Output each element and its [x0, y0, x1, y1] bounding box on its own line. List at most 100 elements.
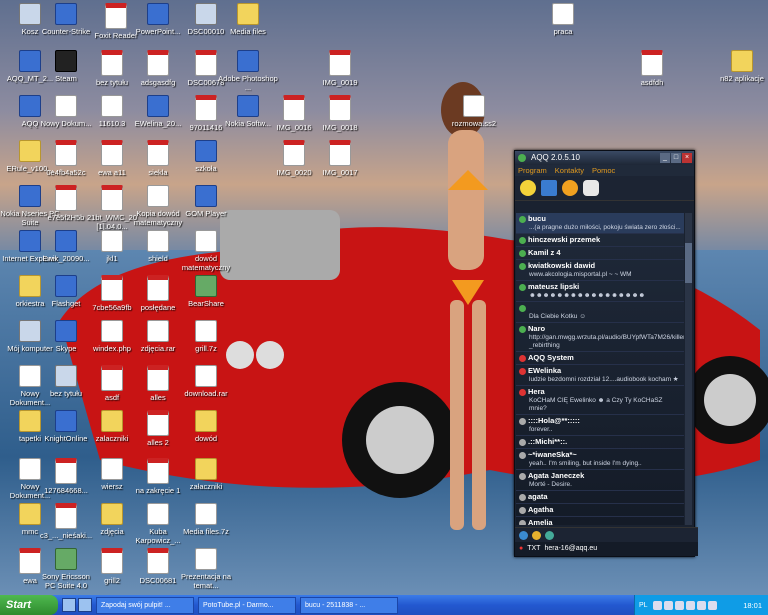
taskbar-item-zapodaj[interactable]: Zapodaj swój pulpit! ...	[96, 596, 194, 614]
contact-item[interactable]: Amelia	[516, 517, 684, 525]
desktop-icon[interactable]: Prezentacja na temat...	[176, 548, 236, 590]
aqq-window[interactable]: AQQ 2.0.5.10 _ □ × Program Kontakty Pomo…	[514, 150, 698, 557]
contact-name-row: Kamil z 4	[519, 248, 681, 258]
desktop-icon[interactable]: BearShare	[176, 275, 236, 308]
scrollbar-thumb[interactable]	[685, 243, 692, 283]
contact-item[interactable]: EWelinka ludzie bezdomni rozdział 12....a…	[516, 365, 684, 386]
quick-launch-desktop-icon[interactable]	[62, 598, 76, 612]
taskbar-item-pototube[interactable]: PotoTube.pl - Darmo...	[198, 596, 296, 614]
contact-item[interactable]: Kamil z 4	[516, 247, 684, 260]
file-icon	[55, 3, 77, 25]
contact-name-row: EWelinka	[519, 366, 681, 376]
tray-icon-2[interactable]	[663, 600, 673, 610]
status-indicator-icon[interactable]: ●	[519, 542, 523, 556]
tray-icon-4[interactable]	[685, 600, 695, 610]
desktop-icon[interactable]: Adobe Photoshop ...	[218, 50, 278, 92]
settings-icon[interactable]	[532, 530, 541, 540]
contact-item[interactable]: Agata Janeczek Morté - Desire.	[516, 470, 684, 491]
contact-item[interactable]: .::Michi**::.	[516, 436, 684, 449]
contact-item[interactable]: agata	[516, 491, 684, 504]
tray-icon-1[interactable]	[652, 600, 662, 610]
file-icon	[147, 320, 169, 342]
desktop-icon[interactable]: IMG_0019	[310, 50, 370, 87]
presence-icon	[519, 325, 526, 333]
desktop-icon[interactable]: IMG_0017	[310, 140, 370, 177]
menu-pomoc[interactable]: Pomoc	[592, 165, 615, 176]
desktop-icon[interactable]: download.rar	[176, 365, 236, 398]
desktop-icon[interactable]: asdfdh	[622, 50, 682, 87]
add-contact-icon[interactable]	[545, 530, 554, 540]
desktop-icon-label: dowód	[194, 434, 218, 443]
close-button[interactable]: ×	[682, 153, 692, 163]
file-icon	[55, 320, 77, 342]
desktop-icon-label: praca	[553, 27, 573, 36]
file-icon	[55, 503, 77, 529]
contact-list[interactable]: bucu ...(a pragne dużo miłości, pokoju św…	[516, 213, 684, 525]
contact-name-row: mateusz lipski	[519, 282, 681, 292]
desktop-icon[interactable]: Media files	[218, 3, 278, 36]
file-icon	[195, 140, 217, 162]
file-icon	[329, 140, 351, 166]
tray-icon-6[interactable]	[707, 600, 717, 610]
desktop-icon-label: załaczniki	[189, 482, 223, 491]
contact-item[interactable]: mateusz lipski ☻☻☻☻☻☻☻☻☻☻☻☻☻☻☻☻☻	[516, 281, 684, 302]
start-button[interactable]: Start	[0, 595, 58, 615]
taskbar-item-bucu[interactable]: bucu - 2511838 - ...	[300, 596, 398, 614]
contact-item[interactable]: Agatha	[516, 504, 684, 517]
contact-item[interactable]: ~*iwaneSka*~ yeah.. I'm smiling, but insi…	[516, 449, 684, 470]
file-icon	[55, 185, 77, 211]
contact-item[interactable]: bucu ...(a pragne dużo miłości, pokoju św…	[516, 213, 684, 234]
desktop-icon[interactable]: załaczniki	[176, 458, 236, 491]
contact-item[interactable]: hinczewski przemek	[516, 234, 684, 247]
desktop-icon[interactable]: n82 aplikacje	[712, 50, 768, 83]
quick-launch-ie-icon[interactable]	[78, 598, 92, 612]
desktop-icon[interactable]: dowód matematyczny	[176, 230, 236, 272]
desktop-icon[interactable]: grill.7z	[176, 320, 236, 353]
contact-item[interactable]: AQQ System	[516, 352, 684, 365]
aqq-titlebar[interactable]: AQQ 2.0.5.10 _ □ ×	[515, 151, 694, 165]
desktop-icon[interactable]: dowód	[176, 410, 236, 443]
file-icon	[195, 548, 217, 570]
desktop-icon[interactable]: IMG_0018	[310, 95, 370, 132]
contact-item[interactable]: ::::Hola@**::::: forever..	[516, 415, 684, 436]
desktop-icon[interactable]: Media files.7z	[176, 503, 236, 536]
contact-status: http://gan.mwgg.wrzuta.pl/audio/BUYpfWTa…	[529, 334, 684, 349]
contact-list-scrollbar[interactable]	[685, 213, 692, 525]
desktop-icon[interactable]: szkoła	[176, 140, 236, 173]
maximize-button[interactable]: □	[671, 153, 681, 163]
tray-icon-3[interactable]	[674, 600, 684, 610]
file-icon	[195, 275, 217, 297]
status-account[interactable]: hera-16@aqq.eu	[544, 542, 597, 556]
contact-name: mateusz lipski	[528, 282, 580, 291]
contact-item[interactable]: kwiatkowski dawid www.akcologia.misportal…	[516, 260, 684, 281]
aqq-statusbar[interactable]: ● TXT hera-16@aqq.eu	[515, 542, 698, 556]
file-icon	[195, 320, 217, 342]
tray-icon-5[interactable]	[696, 600, 706, 610]
lightbulb-icon[interactable]	[520, 180, 536, 196]
play-icon[interactable]	[562, 180, 578, 196]
contact-status: forever..	[529, 426, 553, 433]
language-indicator[interactable]: PL	[639, 602, 648, 609]
contact-item[interactable]: Dla Ciebie Kotku ☺	[516, 302, 684, 323]
contact-name: ~*iwaneSka*~	[528, 450, 577, 459]
desktop-icon[interactable]: praca	[533, 3, 593, 36]
chat-bubble-icon[interactable]	[583, 180, 599, 196]
status-txt[interactable]: TXT	[527, 542, 540, 556]
minimize-button[interactable]: _	[660, 153, 670, 163]
flag-icon[interactable]	[541, 180, 557, 196]
file-icon	[101, 230, 123, 252]
contact-name-row: AQQ System	[519, 353, 681, 363]
menu-kontakty[interactable]: Kontakty	[555, 165, 584, 176]
desktop-icon[interactable]: rozmowa.ss2	[444, 95, 504, 128]
file-icon	[55, 140, 77, 166]
file-icon	[105, 3, 127, 29]
menu-program[interactable]: Program	[518, 165, 547, 176]
file-icon	[55, 275, 77, 297]
search-icon[interactable]	[519, 530, 528, 540]
presence-icon	[519, 417, 526, 425]
presence-icon	[519, 236, 526, 244]
contact-item[interactable]: Hera KoCHaM CIĘ Ewelinko ☻ a Czy Ty KoCHa…	[516, 386, 684, 415]
file-icon	[55, 50, 77, 72]
desktop-icon[interactable]: GOM Player	[176, 185, 236, 218]
contact-item[interactable]: Naro http://gan.mwgg.wrzuta.pl/audio/BUYp…	[516, 323, 684, 352]
